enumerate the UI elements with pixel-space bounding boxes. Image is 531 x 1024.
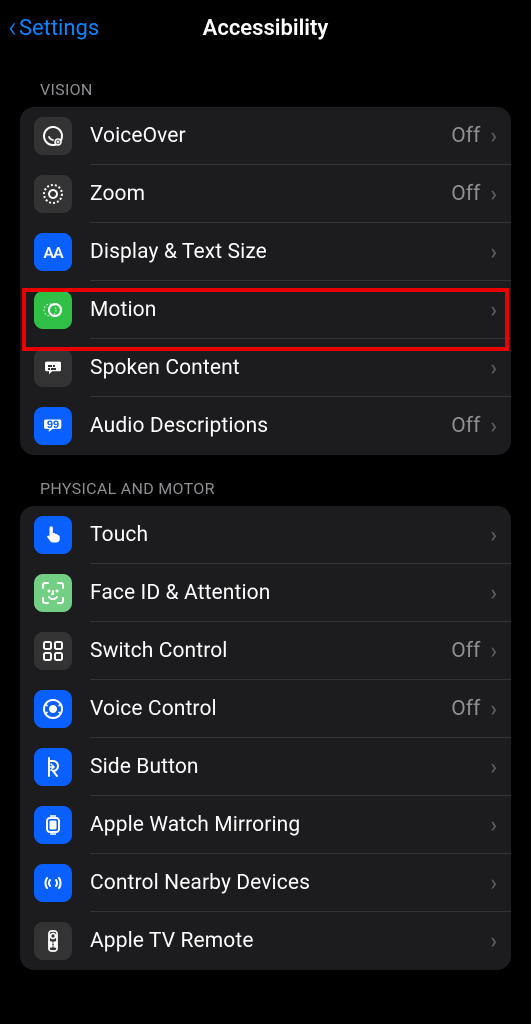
chevron-right-icon: ›: [490, 124, 497, 149]
faceid-icon: [34, 574, 72, 612]
row-label: Touch: [90, 523, 480, 547]
svg-text:99: 99: [47, 419, 59, 431]
section-header-vision: VISION: [0, 56, 531, 107]
row-audio-descriptions[interactable]: 99 Audio Descriptions Off ›: [20, 397, 511, 455]
chevron-right-icon: ›: [490, 813, 497, 838]
zoom-icon: [34, 175, 72, 213]
chevron-right-icon: ›: [490, 523, 497, 548]
row-motion[interactable]: Motion ›: [20, 281, 511, 339]
chevron-right-icon: ›: [490, 182, 497, 207]
chevron-right-icon: ›: [490, 871, 497, 896]
row-label: VoiceOver: [90, 124, 451, 148]
chevron-right-icon: ›: [490, 639, 497, 664]
audio-descriptions-icon: 99: [34, 407, 72, 445]
motion-icon: [34, 291, 72, 329]
row-label: Switch Control: [90, 639, 451, 663]
speech-bubble-icon: [34, 349, 72, 387]
row-voiceover[interactable]: VoiceOver Off ›: [20, 107, 511, 165]
group-physical: Touch › Face ID & Attention › Switch Con…: [20, 506, 511, 970]
row-label: Spoken Content: [90, 356, 480, 380]
row-label: Apple TV Remote: [90, 929, 480, 953]
chevron-right-icon: ›: [490, 697, 497, 722]
row-value: Off: [451, 697, 480, 721]
back-button[interactable]: ‹ Settings: [8, 0, 99, 56]
row-value: Off: [451, 182, 480, 206]
row-value: Off: [451, 639, 480, 663]
switch-control-icon: [34, 632, 72, 670]
text-size-icon: AA: [34, 233, 72, 271]
row-side-button[interactable]: Side Button ›: [20, 738, 511, 796]
nearby-devices-icon: [34, 864, 72, 902]
row-value: Off: [451, 414, 480, 438]
chevron-right-icon: ›: [490, 240, 497, 265]
row-label: Control Nearby Devices: [90, 871, 480, 895]
row-voice-control[interactable]: Voice Control Off ›: [20, 680, 511, 738]
chevron-right-icon: ›: [490, 414, 497, 439]
row-label: Side Button: [90, 755, 480, 779]
watch-icon: [34, 806, 72, 844]
row-zoom[interactable]: Zoom Off ›: [20, 165, 511, 223]
row-display-text-size[interactable]: AA Display & Text Size ›: [20, 223, 511, 281]
voice-control-icon: [34, 690, 72, 728]
voiceover-icon: [34, 117, 72, 155]
section-header-physical: PHYSICAL AND MOTOR: [0, 455, 531, 506]
row-spoken-content[interactable]: Spoken Content ›: [20, 339, 511, 397]
navigation-bar: ‹ Settings Accessibility: [0, 0, 531, 56]
apple-tv-remote-icon: [34, 922, 72, 960]
row-label: Audio Descriptions: [90, 414, 451, 438]
row-label: Zoom: [90, 182, 451, 206]
row-apple-tv-remote[interactable]: Apple TV Remote ›: [20, 912, 511, 970]
chevron-right-icon: ›: [490, 581, 497, 606]
back-label: Settings: [19, 16, 99, 41]
chevron-right-icon: ›: [490, 356, 497, 381]
row-label: Display & Text Size: [90, 240, 480, 264]
row-label: Apple Watch Mirroring: [90, 813, 480, 837]
group-vision: VoiceOver Off › Zoom Off › AA Display & …: [20, 107, 511, 455]
side-button-icon: [34, 748, 72, 786]
row-watch-mirroring[interactable]: Apple Watch Mirroring ›: [20, 796, 511, 854]
touch-icon: [34, 516, 72, 554]
row-nearby-devices[interactable]: Control Nearby Devices ›: [20, 854, 511, 912]
row-value: Off: [451, 124, 480, 148]
chevron-right-icon: ›: [490, 755, 497, 780]
page-title: Accessibility: [203, 16, 329, 41]
chevron-right-icon: ›: [490, 929, 497, 954]
row-label: Face ID & Attention: [90, 581, 480, 605]
row-switch-control[interactable]: Switch Control Off ›: [20, 622, 511, 680]
chevron-left-icon: ‹: [8, 13, 17, 43]
row-label: Motion: [90, 298, 480, 322]
row-touch[interactable]: Touch ›: [20, 506, 511, 564]
row-faceid[interactable]: Face ID & Attention ›: [20, 564, 511, 622]
chevron-right-icon: ›: [490, 298, 497, 323]
row-label: Voice Control: [90, 697, 451, 721]
